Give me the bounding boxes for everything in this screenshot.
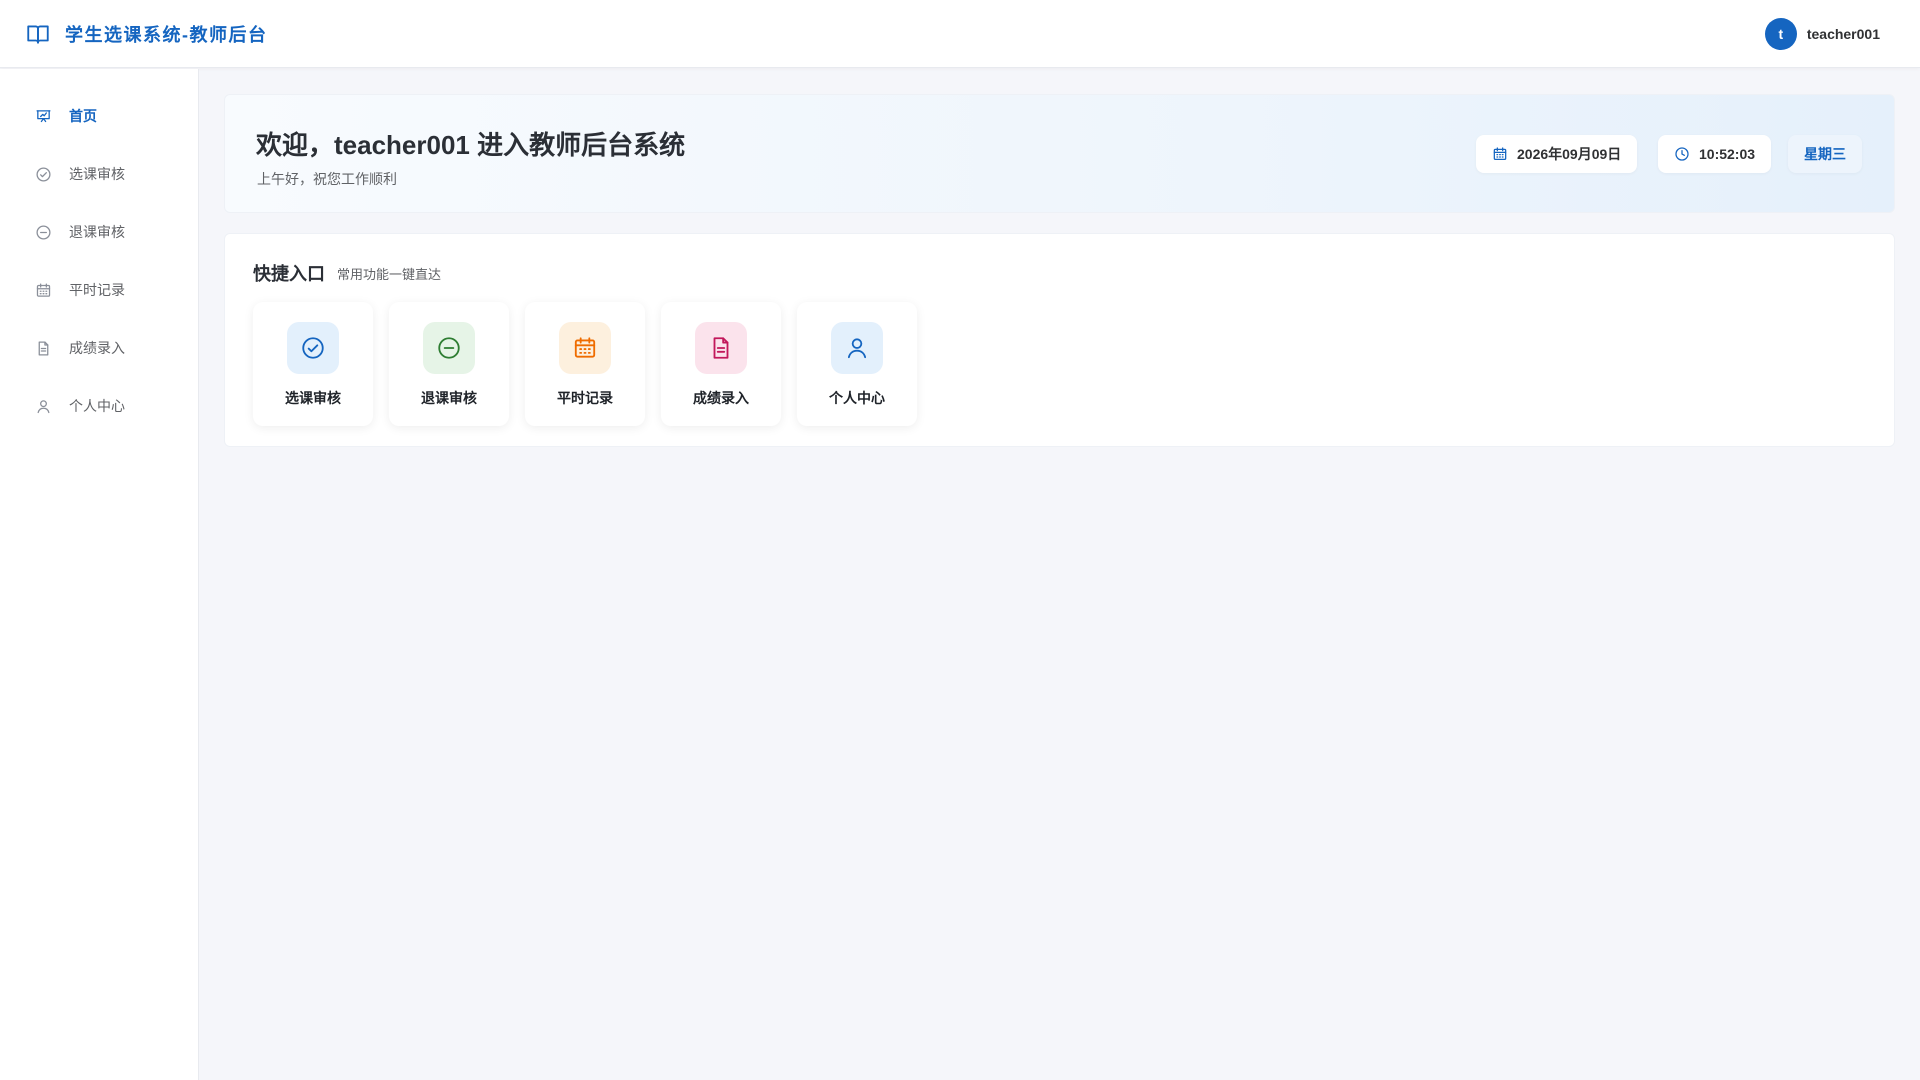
quick-card-drop-approval[interactable]: 退课审核 — [389, 302, 509, 426]
sidebar-item-profile[interactable]: 个人中心 — [0, 377, 198, 435]
calendar-icon — [35, 282, 52, 299]
quick-card-icon-box — [695, 322, 747, 374]
quick-card-icon-box — [559, 322, 611, 374]
quick-card-icon-box — [831, 322, 883, 374]
quick-card-daily-records[interactable]: 平时记录 — [525, 302, 645, 426]
quick-access-subtitle: 常用功能一键直达 — [337, 267, 442, 282]
document-icon — [708, 335, 734, 361]
top-header: 学生选课系统-教师后台 t teacher001 — [0, 0, 1920, 68]
calendar-icon — [572, 335, 598, 361]
minus-circle-icon — [35, 224, 52, 241]
quick-card-profile[interactable]: 个人中心 — [797, 302, 917, 426]
quick-access-cards: 选课审核 退课审核 平时记录 成绩录入 个人中心 — [253, 302, 933, 426]
welcome-title: 欢迎，teacher001 进入教师后台系统 — [256, 130, 686, 160]
date-chip: 2026年09月09日 — [1476, 135, 1638, 173]
sidebar: 首页 选课审核 退课审核 平时记录 成绩录入 个人中心 — [0, 69, 199, 1080]
sidebar-item-drop-approval[interactable]: 退课审核 — [0, 203, 198, 261]
presentation-chart-icon — [35, 108, 52, 125]
check-circle-icon — [35, 166, 52, 183]
quick-card-label: 选课审核 — [285, 390, 341, 406]
book-icon — [25, 21, 51, 47]
username[interactable]: teacher001 — [1807, 26, 1880, 42]
avatar[interactable]: t — [1764, 18, 1797, 50]
quick-card-icon-box — [287, 322, 339, 374]
quick-card-course-approval[interactable]: 选课审核 — [253, 302, 373, 426]
quick-card-label: 个人中心 — [829, 390, 885, 406]
sidebar-item-label: 首页 — [69, 108, 97, 124]
minus-circle-icon — [436, 335, 462, 361]
welcome-banner: 欢迎，teacher001 进入教师后台系统 上午好，祝您工作顺利 2026年0… — [224, 94, 1895, 213]
user-icon — [844, 335, 870, 361]
document-icon — [35, 340, 52, 357]
weekday-chip: 星期三 — [1788, 135, 1862, 173]
clock-icon — [1674, 146, 1690, 162]
time-chip: 10:52:03 — [1658, 135, 1772, 173]
sidebar-item-label: 成绩录入 — [69, 340, 125, 356]
sidebar-item-label: 选课审核 — [69, 166, 125, 182]
sidebar-item-grade-entry[interactable]: 成绩录入 — [0, 319, 198, 377]
sidebar-item-label: 个人中心 — [69, 398, 125, 414]
time-text: 10:52:03 — [1699, 146, 1756, 162]
app-title: 学生选课系统-教师后台 — [65, 24, 268, 45]
sidebar-item-label: 平时记录 — [69, 282, 125, 298]
quick-access-panel: 快捷入口 常用功能一键直达 选课审核 退课审核 平时记录 成绩录入 个人中心 — [224, 233, 1895, 447]
quick-card-label: 平时记录 — [557, 390, 613, 406]
quick-card-label: 成绩录入 — [693, 390, 749, 406]
calendar-icon — [1492, 146, 1508, 162]
quick-card-icon-box — [423, 322, 475, 374]
user-icon — [35, 398, 52, 415]
weekday-text: 星期三 — [1804, 146, 1846, 162]
sidebar-item-daily-records[interactable]: 平时记录 — [0, 261, 198, 319]
sidebar-item-label: 退课审核 — [69, 224, 125, 240]
date-text: 2026年09月09日 — [1517, 146, 1622, 162]
user-menu[interactable]: t teacher001 — [1764, 18, 1880, 50]
quick-card-grade-entry[interactable]: 成绩录入 — [661, 302, 781, 426]
quick-access-title: 快捷入口 — [253, 264, 325, 284]
sidebar-item-home[interactable]: 首页 — [0, 87, 198, 145]
welcome-subtitle: 上午好，祝您工作顺利 — [257, 171, 397, 187]
sidebar-item-course-approval[interactable]: 选课审核 — [0, 145, 198, 203]
quick-card-label: 退课审核 — [421, 390, 477, 406]
check-circle-icon — [300, 335, 326, 361]
